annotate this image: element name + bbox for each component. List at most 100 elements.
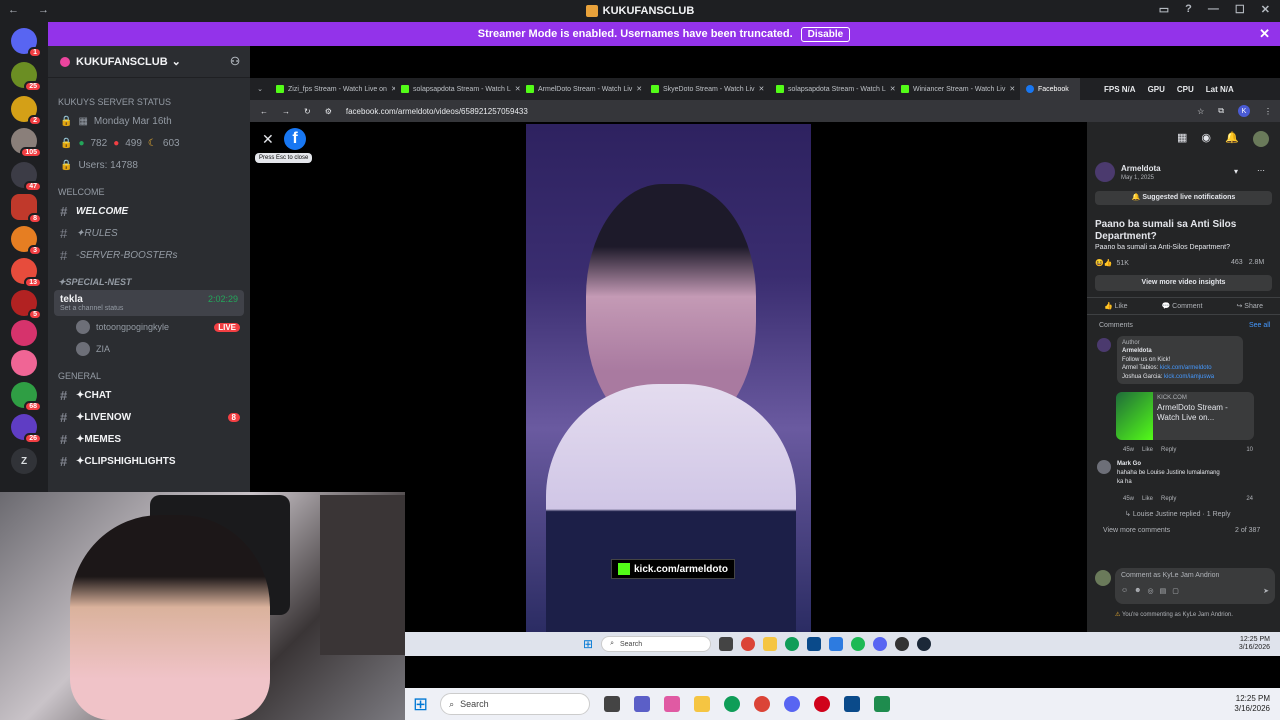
spotify-icon[interactable]: [851, 637, 866, 651]
channel-memes[interactable]: # ✦MEMES: [48, 428, 250, 450]
server-icon[interactable]: 2: [11, 96, 42, 126]
browser-tab-active[interactable]: Facebook: [1020, 78, 1080, 100]
link-preview-card[interactable]: KICK.COM ArmelDoto Stream - Watch Live o…: [1116, 392, 1254, 440]
author-avatar[interactable]: [1095, 162, 1115, 182]
add-member-icon[interactable]: ⚇: [230, 55, 240, 68]
browser-tab[interactable]: solapsapdota Stream - Watch L ✕: [395, 78, 520, 100]
category-nest[interactable]: ✦Special-Nest: [48, 274, 250, 290]
browser-tab[interactable]: ArmelDoto Stream - Watch Liv ✕: [520, 78, 645, 100]
menu-kebab-icon[interactable]: ⋮: [1264, 107, 1272, 116]
video-frame[interactable]: [526, 124, 811, 634]
category-welcome[interactable]: WELCOME: [48, 184, 250, 200]
tab-search-icon[interactable]: ⌄: [250, 85, 270, 93]
inbox-icon[interactable]: ▭: [1159, 3, 1169, 16]
search-box[interactable]: ⌕ Search: [601, 636, 712, 652]
server-icon[interactable]: 47: [11, 162, 42, 192]
avatar-sticker-icon[interactable]: ☺: [1121, 587, 1128, 595]
author-name[interactable]: Armeldota: [1121, 164, 1161, 173]
close-banner-icon[interactable]: ✕: [1259, 26, 1270, 42]
browser-tab[interactable]: Zizi_fps Stream - Watch Live on ✕: [270, 78, 395, 100]
category-status[interactable]: KUKUYS SERVER STATUS: [48, 94, 250, 110]
comment-button[interactable]: 💬 Comment: [1161, 302, 1202, 310]
insights-button[interactable]: View more video insights: [1095, 275, 1272, 291]
comment-link[interactable]: kick.com/armeldoto: [1160, 365, 1212, 371]
discord-icon[interactable]: [873, 637, 888, 651]
browser-tab[interactable]: SkyeDoto Stream - Watch Liv ✕: [645, 78, 770, 100]
system-clock[interactable]: 12:25 PM 3/16/2026: [1234, 694, 1270, 713]
url-field[interactable]: facebook.com/armeldoto/videos/6589212570…: [346, 107, 528, 116]
comment-reaction-count[interactable]: 10: [1246, 447, 1253, 453]
browser-tab[interactable]: solapsapdota Stream - Watch L ✕: [770, 78, 895, 100]
task-view-icon[interactable]: [604, 696, 621, 712]
status-channel[interactable]: 🔒 ● 782 ● 499 ☾ 603: [48, 132, 250, 154]
close-icon[interactable]: ✕: [1261, 3, 1270, 16]
share-button[interactable]: ↪ Share: [1236, 302, 1263, 310]
channel-rules[interactable]: # ✦RULES: [48, 222, 250, 244]
obs-icon[interactable]: [814, 696, 831, 712]
file-explorer-icon[interactable]: [763, 637, 778, 651]
like-button[interactable]: 👍 Like: [1104, 302, 1128, 310]
system-clock[interactable]: 12:25 PM 3/16/2026: [1239, 636, 1270, 653]
file-explorer-icon[interactable]: [694, 696, 711, 712]
notifications-icon[interactable]: 🔔: [1225, 131, 1239, 147]
gif-icon[interactable]: ▤: [1160, 587, 1167, 595]
close-tab-icon[interactable]: ✕: [636, 85, 642, 93]
comment-like-link[interactable]: Like: [1142, 447, 1153, 453]
back-icon[interactable]: ←: [260, 107, 268, 116]
status-channel[interactable]: 🔒 Users: 14788: [48, 154, 250, 176]
server-icon[interactable]: Z: [11, 448, 37, 474]
send-icon[interactable]: ➤: [1263, 587, 1269, 595]
reaction-count[interactable]: 51K: [1116, 260, 1128, 267]
close-tab-icon[interactable]: ✕: [1009, 85, 1015, 93]
steam-icon[interactable]: [917, 637, 932, 651]
extensions-icon[interactable]: ⧉: [1218, 106, 1224, 116]
windows-start-icon[interactable]: ⊞: [413, 694, 428, 715]
site-info-icon[interactable]: ⚙: [325, 107, 332, 116]
channel-livenow[interactable]: # ✦LIVENOW 8: [48, 406, 250, 428]
server-header[interactable]: KUKUFANSCLUB ⌄ ⚇: [48, 46, 250, 78]
forward-icon[interactable]: →: [282, 107, 290, 116]
close-viewer-icon[interactable]: ✕: [262, 131, 274, 148]
view-more-comments-link[interactable]: View more comments: [1103, 527, 1170, 534]
server-icon[interactable]: 26: [11, 414, 42, 444]
server-icon[interactable]: [11, 320, 37, 346]
chrome-icon[interactable]: [741, 637, 756, 651]
commenter-avatar[interactable]: [1097, 338, 1111, 352]
emoji-icon[interactable]: ☻: [1134, 587, 1141, 595]
replies-link[interactable]: ↳ Louise Justine replied · 1 Reply: [1125, 510, 1230, 518]
channel-chat[interactable]: # ✦CHAT: [48, 384, 250, 406]
task-view-icon[interactable]: [719, 637, 734, 651]
voice-channel-tekla[interactable]: tekla 2:02:29 Set a channel status: [54, 290, 244, 316]
channel-clips[interactable]: # ✦CLIPSHIGHLIGHTS: [48, 450, 250, 472]
comment-reaction-count[interactable]: 24: [1246, 496, 1253, 502]
discord-home-icon[interactable]: 1: [11, 28, 42, 58]
see-all-link[interactable]: See all: [1249, 322, 1270, 329]
comment-reply-link[interactable]: Reply: [1161, 496, 1176, 502]
nav-arrows-icon[interactable]: ← →: [8, 4, 57, 16]
voice-user[interactable]: totoongpogingkyle LIVE: [48, 316, 250, 338]
bookmark-icon[interactable]: ▾: [1234, 167, 1238, 176]
maximize-icon[interactable]: ☐: [1235, 3, 1245, 16]
close-tab-icon[interactable]: ✕: [759, 85, 765, 93]
server-icon[interactable]: 5: [11, 290, 42, 320]
help-icon[interactable]: ?: [1185, 3, 1192, 16]
facebook-logo-icon[interactable]: f: [284, 128, 306, 150]
commenter-name[interactable]: Armeldota: [1122, 347, 1238, 355]
commenter-avatar[interactable]: [1097, 460, 1111, 474]
comment-link[interactable]: kick.com/iamjuswa: [1164, 374, 1214, 380]
sticker-icon[interactable]: ▢: [1172, 587, 1179, 595]
camera-icon[interactable]: ◎: [1148, 587, 1154, 595]
commenter-name[interactable]: Mark Go: [1117, 460, 1227, 469]
messenger-icon[interactable]: ◉: [1201, 131, 1211, 147]
chrome-icon[interactable]: [754, 696, 771, 712]
server-icon[interactable]: 68: [11, 382, 42, 412]
search-box[interactable]: ⌕ Search: [440, 693, 591, 715]
obs-icon[interactable]: [895, 637, 910, 651]
minimize-icon[interactable]: —: [1208, 3, 1219, 16]
status-channel[interactable]: 🔒 ▦ Monday Mar 16th: [48, 110, 250, 132]
server-icon[interactable]: 8: [11, 194, 42, 224]
app-icon[interactable]: [829, 637, 844, 651]
copilot-icon[interactable]: [664, 696, 681, 712]
category-general[interactable]: GENERAL: [48, 368, 250, 384]
reload-icon[interactable]: ↻: [304, 107, 311, 116]
